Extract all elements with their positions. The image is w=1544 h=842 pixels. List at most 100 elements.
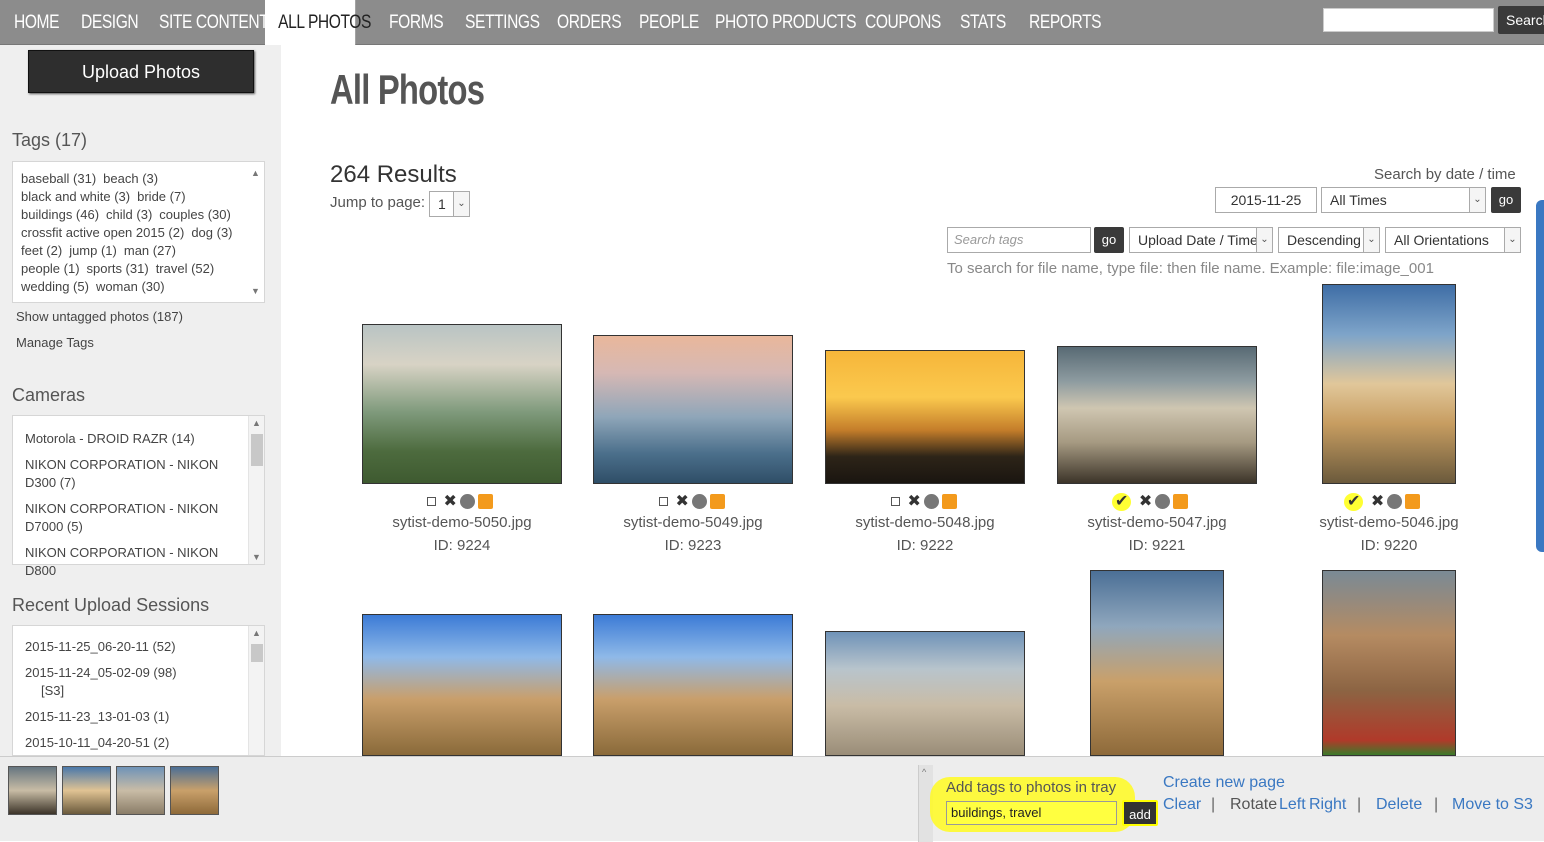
nav-forms[interactable]: FORMS bbox=[389, 0, 444, 45]
nav-orders[interactable]: ORDERS bbox=[557, 0, 622, 45]
camera-item[interactable]: NIKON CORPORATION - NIKON D7000 (5) bbox=[25, 500, 235, 536]
move-to-s3-link[interactable]: Move to S3 bbox=[1452, 796, 1533, 814]
tray-thumbnail[interactable] bbox=[8, 766, 57, 815]
tag-link[interactable]: bride (7) bbox=[137, 189, 185, 204]
tag-link[interactable]: jump (1) bbox=[69, 243, 117, 258]
photo-thumbnail[interactable] bbox=[593, 335, 793, 484]
delete-icon[interactable]: ✖ bbox=[1371, 493, 1384, 511]
date-input[interactable]: 2015-11-25 bbox=[1215, 187, 1317, 213]
tag-link[interactable]: wedding (5) bbox=[21, 279, 89, 294]
photo-thumbnail[interactable] bbox=[1322, 570, 1456, 756]
camera-item[interactable]: NIKON CORPORATION - NIKON D800 bbox=[25, 544, 235, 580]
scroll-down-icon[interactable]: ▼ bbox=[252, 552, 261, 562]
tag-link[interactable]: child (3) bbox=[106, 207, 152, 222]
delete-icon[interactable]: ✖ bbox=[907, 493, 920, 511]
nav-site-content[interactable]: SITE CONTENT bbox=[159, 0, 269, 45]
tag-link[interactable]: couples (30) bbox=[159, 207, 231, 222]
tag-link[interactable]: beach (3) bbox=[103, 171, 158, 186]
sessions-scrollbar[interactable]: ▲ bbox=[248, 626, 264, 755]
scroll-up-icon[interactable]: ▲ bbox=[251, 164, 260, 182]
session-item[interactable]: 2015-11-24_05-02-09 (98) bbox=[25, 664, 235, 682]
sort-select[interactable]: Upload Date / Time ⌄ bbox=[1129, 227, 1273, 253]
rotate-left-link[interactable]: Left bbox=[1279, 796, 1306, 814]
nav-reports[interactable]: REPORTS bbox=[1029, 0, 1102, 45]
create-page-link[interactable]: Create new page bbox=[1163, 774, 1285, 792]
nav-stats[interactable]: STATS bbox=[960, 0, 1006, 45]
photo-thumbnail[interactable] bbox=[362, 614, 562, 756]
tray-thumbnail[interactable] bbox=[170, 766, 219, 815]
info-icon[interactable] bbox=[477, 494, 493, 510]
order-select[interactable]: Descending ⌄ bbox=[1278, 227, 1380, 253]
rotate-icon[interactable] bbox=[1155, 494, 1171, 510]
camera-item[interactable]: NIKON CORPORATION - NIKON D300 (7) bbox=[25, 456, 235, 492]
upload-photos-button[interactable]: Upload Photos bbox=[28, 50, 254, 93]
nav-people[interactable]: PEOPLE bbox=[639, 0, 699, 45]
session-item[interactable]: 2015-11-25_06-20-11 (52) bbox=[25, 638, 235, 656]
tag-link[interactable]: crossfit active open 2015 (2) bbox=[21, 225, 184, 240]
checked-checkbox-icon[interactable]: ✔ bbox=[1112, 493, 1132, 511]
orientation-select[interactable]: All Orientations ⌄ bbox=[1385, 227, 1521, 253]
photo-thumbnail[interactable] bbox=[825, 350, 1025, 484]
tag-link[interactable]: feet (2) bbox=[21, 243, 62, 258]
nav-photo-products[interactable]: PHOTO PRODUCTS bbox=[715, 0, 857, 45]
camera-item[interactable]: Motorola - DROID RAZR (14) bbox=[25, 430, 235, 448]
feedback-tab[interactable] bbox=[1536, 200, 1544, 552]
tray-add-button[interactable]: add bbox=[1122, 800, 1158, 826]
photo-thumbnail[interactable] bbox=[593, 614, 793, 756]
tag-link[interactable]: dog (3) bbox=[191, 225, 232, 240]
photo-thumbnail[interactable] bbox=[1057, 346, 1257, 484]
rotate-right-link[interactable]: Right bbox=[1309, 796, 1346, 814]
time-select[interactable]: All Times ⌄ bbox=[1321, 187, 1486, 213]
delete-icon[interactable]: ✖ bbox=[675, 493, 688, 511]
rotate-icon[interactable] bbox=[923, 494, 939, 510]
tag-link[interactable]: woman (30) bbox=[96, 279, 165, 294]
delete-icon[interactable]: ✖ bbox=[1139, 493, 1152, 511]
photo-thumbnail[interactable] bbox=[1322, 284, 1456, 484]
manage-tags-link[interactable]: Manage Tags bbox=[16, 335, 94, 350]
info-icon[interactable] bbox=[1405, 494, 1421, 510]
delete-link[interactable]: Delete bbox=[1376, 796, 1422, 814]
nav-design[interactable]: DESIGN bbox=[81, 0, 139, 45]
tray-thumbnail[interactable] bbox=[116, 766, 165, 815]
tag-link[interactable]: travel (52) bbox=[156, 261, 215, 276]
photo-thumbnail[interactable] bbox=[362, 324, 562, 484]
tray-tags-input[interactable]: buildings, travel bbox=[946, 801, 1117, 825]
session-item[interactable]: 2015-10-11_04-20-51 (2) bbox=[25, 734, 235, 752]
show-untagged-link[interactable]: Show untagged photos (187) bbox=[16, 309, 183, 324]
tag-link[interactable]: man (27) bbox=[124, 243, 176, 258]
nav-coupons[interactable]: COUPONS bbox=[865, 0, 941, 45]
tag-link[interactable]: sports (31) bbox=[87, 261, 149, 276]
photo-thumbnail[interactable] bbox=[1090, 570, 1224, 756]
nav-search-button[interactable]: Search bbox=[1498, 6, 1544, 34]
scroll-up-icon[interactable]: ▲ bbox=[252, 628, 261, 638]
scroll-thumb[interactable] bbox=[251, 644, 263, 662]
tag-link[interactable]: people (1) bbox=[21, 261, 80, 276]
info-icon[interactable] bbox=[1173, 494, 1189, 510]
select-checkbox[interactable] bbox=[891, 497, 900, 506]
nav-home[interactable]: HOME bbox=[14, 0, 60, 45]
rotate-icon[interactable] bbox=[691, 494, 707, 510]
nav-all-photos[interactable]: ALL PHOTOS bbox=[265, 0, 371, 45]
tag-link[interactable]: buildings (46) bbox=[21, 207, 99, 222]
nav-settings[interactable]: SETTINGS bbox=[465, 0, 540, 45]
tags-scrollbar[interactable]: ▲ ▼ bbox=[248, 162, 264, 302]
session-item[interactable]: 2015-11-23_13-01-03 (1) bbox=[25, 708, 235, 726]
rotate-icon[interactable] bbox=[459, 494, 475, 510]
search-tags-input[interactable]: Search tags bbox=[947, 227, 1091, 253]
date-go-button[interactable]: go bbox=[1491, 187, 1521, 213]
checked-checkbox-icon[interactable]: ✔ bbox=[1344, 493, 1364, 511]
tag-link[interactable]: black and white (3) bbox=[21, 189, 130, 204]
jump-page-select[interactable]: 1 ⌄ bbox=[429, 191, 470, 217]
rotate-icon[interactable] bbox=[1387, 494, 1403, 510]
info-icon[interactable] bbox=[941, 494, 957, 510]
scroll-down-icon[interactable]: ▼ bbox=[251, 282, 260, 300]
info-icon[interactable] bbox=[709, 494, 725, 510]
clear-link[interactable]: Clear bbox=[1163, 796, 1201, 814]
cameras-scrollbar[interactable]: ▲ ▼ bbox=[248, 416, 264, 564]
delete-icon[interactable]: ✖ bbox=[443, 493, 456, 511]
tray-thumbnail[interactable] bbox=[62, 766, 111, 815]
nav-search-input[interactable] bbox=[1323, 8, 1494, 32]
select-checkbox[interactable] bbox=[427, 497, 436, 506]
tags-go-button[interactable]: go bbox=[1094, 227, 1124, 253]
select-checkbox[interactable] bbox=[659, 497, 668, 506]
